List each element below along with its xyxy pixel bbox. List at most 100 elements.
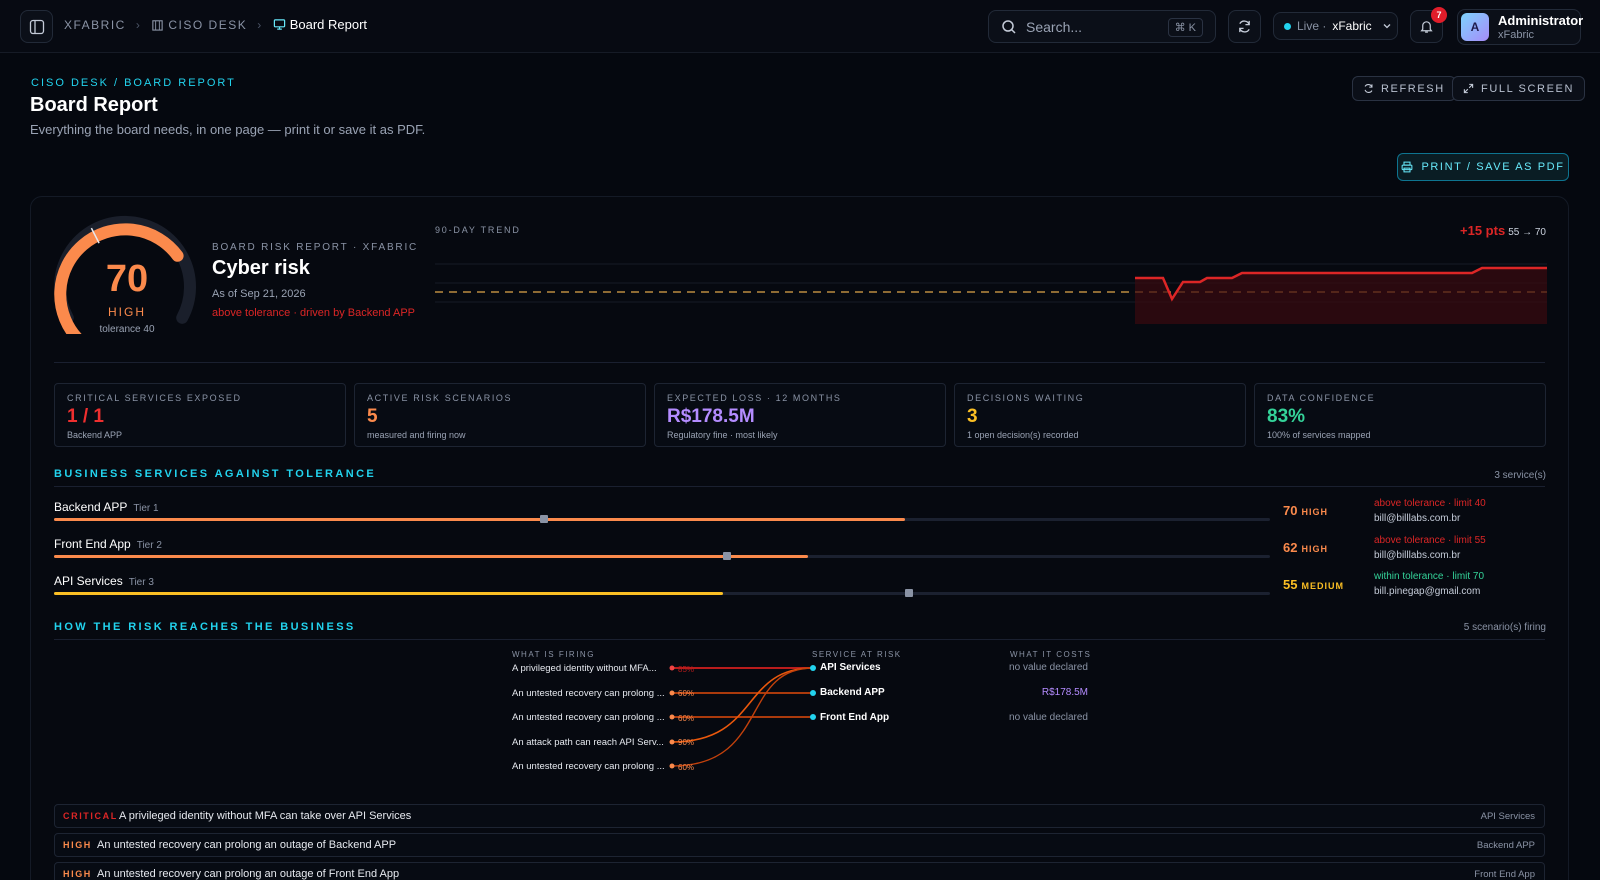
service-score: 70 HIGH [1283,503,1328,518]
service-score-level: HIGH [1301,544,1328,554]
section-count: 3 service(s) [1494,470,1546,481]
printer-icon [1402,161,1413,173]
environment-selector[interactable]: Live · xFabric [1273,12,1398,40]
kpi-card: DATA CONFIDENCE 83% 100% of services map… [1254,383,1546,447]
flow-scenario[interactable]: A privileged identity without MFA... [512,663,672,674]
page-subtitle: Everything the board needs, in one page … [30,122,426,137]
section-title: BUSINESS SERVICES AGAINST TOLERANCE [54,468,377,480]
kpi-value: 3 [967,406,978,427]
full-screen-button[interactable]: FULL SCREEN [1452,76,1585,101]
divider [54,639,1545,640]
scenario-severity: HIGH [63,840,92,850]
kpi-card: ACTIVE RISK SCENARIOS 5 measured and fir… [354,383,646,447]
top-bar: XFABRIC › CISO DESK › Board Report Searc… [0,0,1600,53]
kpi-value: R$178.5M [667,406,755,427]
scenario-row[interactable]: HIGH An untested recovery can prolong an… [54,833,1545,857]
search-shortcut: ⌘ K [1167,18,1203,37]
report-alert: above tolerance · driven by Backend APP [212,307,416,319]
refresh-icon [1364,84,1373,93]
service-tolerance: above tolerance · limit 55 [1374,535,1486,546]
breadcrumb-desk[interactable]: CISO DESK [168,18,247,32]
risk-level: HIGH [108,305,146,319]
tolerance-marker [905,589,914,597]
flow-cost: no value declared [1009,662,1088,673]
flow-link [671,667,814,743]
kpi-sub: Backend APP [67,430,123,440]
page-kicker: CISO DESK / BOARD REPORT [31,77,236,89]
scenario-severity: CRITICAL [63,811,118,821]
chevron-right-icon: › [257,17,263,32]
scenario-service: Front End App [1474,869,1535,880]
search-icon [1002,19,1016,34]
flow-scenario[interactable]: An untested recovery can prolong ... [512,761,672,772]
breadcrumb-org[interactable]: XFABRIC [64,18,126,32]
print-label: PRINT / SAVE AS PDF [1421,161,1565,173]
kpi-value: 1 / 1 [67,406,104,427]
service-score: 62 HIGH [1283,540,1328,555]
kpi-label: ACTIVE RISK SCENARIOS [367,393,513,403]
page-title: Board Report [30,94,158,116]
scenario-row[interactable]: CRITICAL A privileged identity without M… [54,804,1545,828]
scenario-service: Backend APP [1476,840,1535,851]
flow-scenario[interactable]: An attack path can reach API Serv... [512,737,672,748]
refresh-button[interactable]: REFRESH [1352,76,1456,101]
flow-scenario[interactable]: An untested recovery can prolong ... [512,688,672,699]
service-risk-bar [54,589,1270,597]
sidebar-icon [29,19,44,34]
service-tier: Tier 3 [128,577,154,588]
search-input[interactable]: Search... ⌘ K [988,10,1216,43]
flow-scenario-likelihood: 60% [678,714,695,723]
kpi-sub: Regulatory fine · most likely [667,430,778,440]
print-save-pdf-button[interactable]: PRINT / SAVE AS PDF [1397,153,1569,181]
service-risk-fill [54,592,723,595]
service-owner[interactable]: bill.pinegap@gmail.com [1374,586,1480,597]
user-menu[interactable]: A Administrator xFabric [1457,9,1583,45]
live-label: Live · [1297,19,1327,33]
kpi-label: CRITICAL SERVICES EXPOSED [67,393,242,403]
service-name: API Services Tier 3 [54,574,154,588]
service-tolerance: within tolerance · limit 70 [1374,571,1485,582]
breadcrumb: XFABRIC › CISO DESK › Board Report [64,17,367,32]
flow-cost: no value declared [1009,712,1088,723]
scenario-service: API Services [1480,811,1535,822]
service-tolerance: above tolerance · limit 40 [1374,498,1486,509]
flow-column-service: SERVICE AT RISK [812,650,902,659]
scenario-title: An untested recovery can prolong an outa… [97,868,400,880]
search-placeholder: Search... [1026,18,1083,35]
sync-button[interactable] [1228,10,1261,43]
flow-scenario-likelihood: 60% [678,689,695,698]
flow-scenario[interactable]: An untested recovery can prolong ... [512,712,672,723]
service-score-value: 62 [1283,540,1298,555]
flow-service[interactable]: Backend APP [820,687,885,698]
flow-node [810,690,816,696]
kpi-sub: 100% of services mapped [1267,430,1371,440]
kpi-card: CRITICAL SERVICES EXPOSED 1 / 1 Backend … [54,383,346,447]
trend-label: 90-DAY TREND [435,225,521,235]
trend-range: 55 → 70 [1508,227,1546,238]
service-score-level: MEDIUM [1301,581,1344,591]
user-org: xFabric [1498,29,1535,41]
service-owner[interactable]: bill@billlabs.com.br [1374,513,1460,524]
flow-node [810,665,816,671]
sidebar-toggle-button[interactable] [20,10,53,43]
notification-badge: 7 [1431,7,1447,23]
service-risk-bar [54,552,1270,560]
service-score-value: 55 [1283,577,1298,592]
service-name: Front End App Tier 2 [54,537,162,551]
tenant-name: xFabric [1332,19,1372,33]
flow-service[interactable]: Front End App [820,712,889,723]
monitor-icon [273,19,285,30]
kpi-label: DECISIONS WAITING [967,393,1085,403]
scenario-severity: HIGH [63,869,92,879]
live-status-dot [1284,22,1291,30]
divider [54,362,1545,363]
service-owner[interactable]: bill@billlabs.com.br [1374,550,1460,561]
trend-delta-value: +15 pts [1460,223,1506,238]
service-name-label: API Services [54,574,123,588]
flow-service[interactable]: API Services [820,662,881,673]
service-score-value: 70 [1283,503,1298,518]
flow-node [810,714,816,720]
scenario-row[interactable]: HIGH An untested recovery can prolong an… [54,862,1545,880]
service-score-level: HIGH [1301,507,1328,517]
expand-icon [1463,83,1474,94]
